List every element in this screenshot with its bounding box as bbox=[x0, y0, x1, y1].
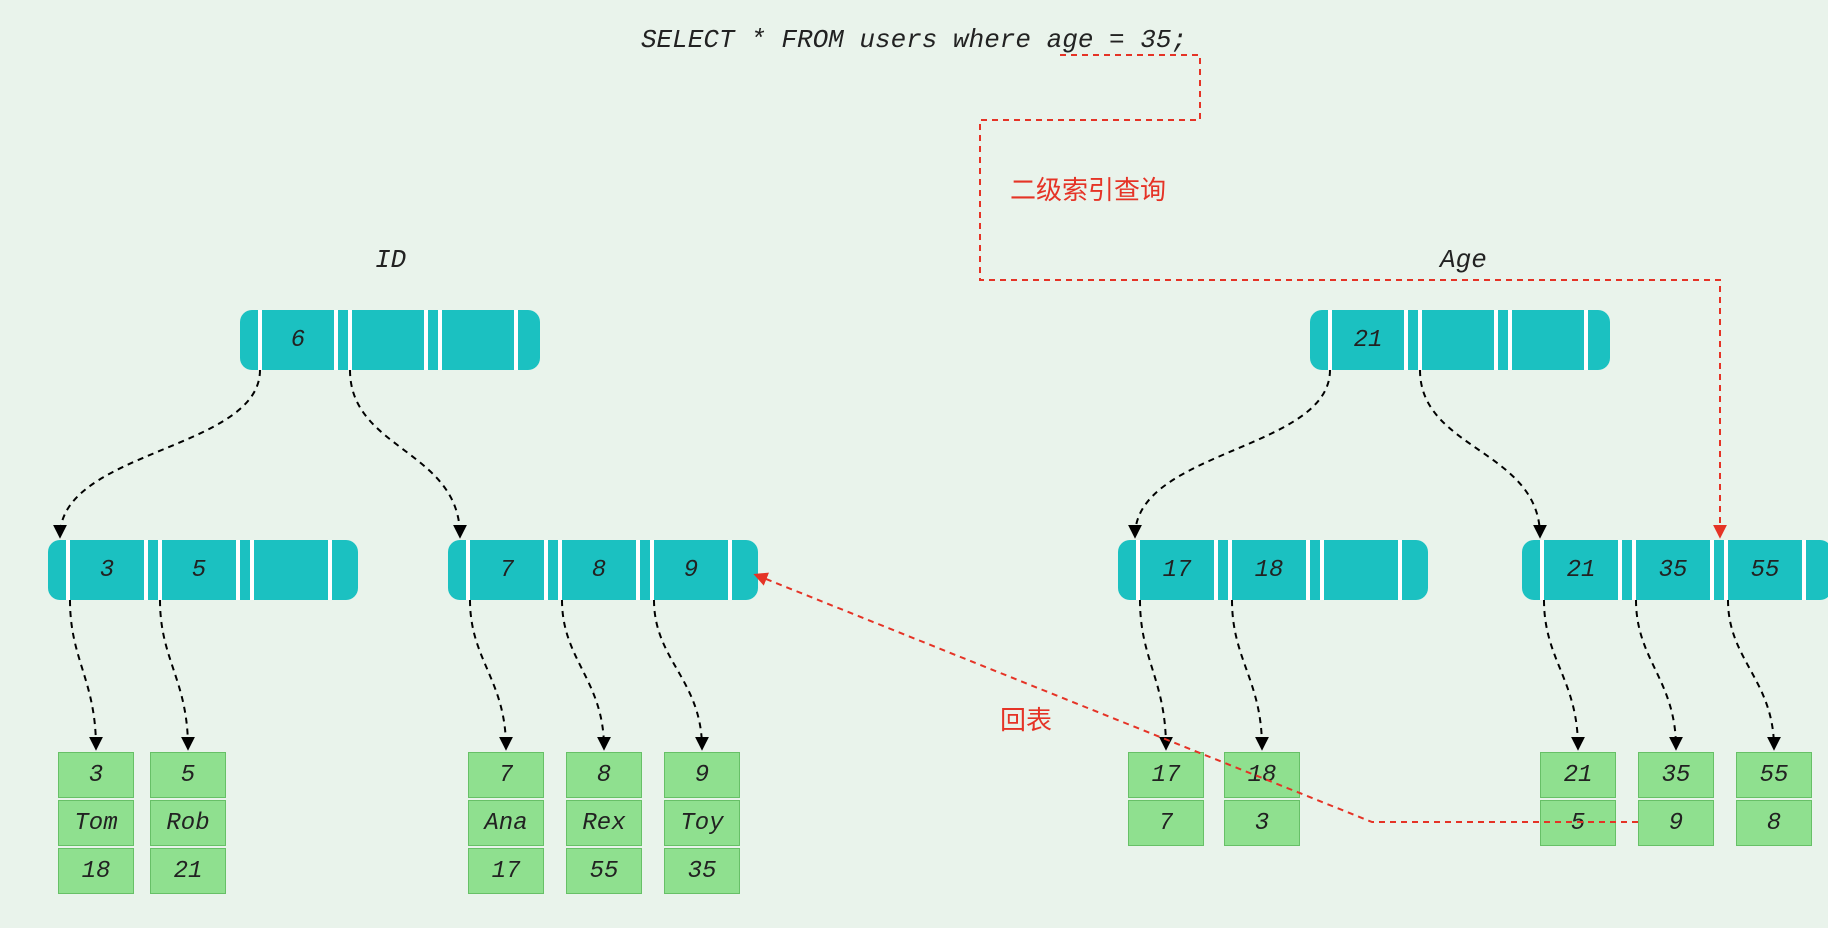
id-mid-left-node: 3 5 bbox=[48, 540, 358, 600]
id-leaf-2-0: 7 bbox=[468, 752, 544, 798]
id-mid-right-cell-2: 9 bbox=[654, 540, 728, 600]
age-leaf-0-1: 7 bbox=[1128, 800, 1204, 846]
age-leaf-3-0: 35 bbox=[1638, 752, 1714, 798]
id-leaf-0-1: Tom bbox=[58, 800, 134, 846]
id-leaf-3-1: Rex bbox=[566, 800, 642, 846]
age-mid-left-node: 17 18 bbox=[1118, 540, 1428, 600]
age-mid-left-cell-2 bbox=[1324, 540, 1398, 600]
id-root-node: 6 bbox=[240, 310, 540, 370]
id-leaf-2-1: Ana bbox=[468, 800, 544, 846]
id-mid-left-cell-1: 5 bbox=[162, 540, 236, 600]
id-root-cell-2 bbox=[442, 310, 514, 370]
age-leaf-0-0: 17 bbox=[1128, 752, 1204, 798]
left-tree-title: ID bbox=[375, 245, 406, 275]
age-leaf-3-1: 9 bbox=[1638, 800, 1714, 846]
age-root-cell-1 bbox=[1422, 310, 1494, 370]
id-leaf-3-2: 55 bbox=[566, 848, 642, 894]
id-leaf-4-1: Toy bbox=[664, 800, 740, 846]
id-leaf-1-2: 21 bbox=[150, 848, 226, 894]
age-leaf-1-1: 3 bbox=[1224, 800, 1300, 846]
id-leaf-1-0: 5 bbox=[150, 752, 226, 798]
age-leaf-2-1: 5 bbox=[1540, 800, 1616, 846]
id-root-cell-0: 6 bbox=[262, 310, 334, 370]
age-root-cell-0: 21 bbox=[1332, 310, 1404, 370]
id-mid-left-cell-2 bbox=[254, 540, 328, 600]
annotation-back-to-table: 回表 bbox=[1000, 700, 1052, 737]
age-mid-left-cell-1: 18 bbox=[1232, 540, 1306, 600]
id-leaf-1-1: Rob bbox=[150, 800, 226, 846]
age-leaf-1-0: 18 bbox=[1224, 752, 1300, 798]
id-mid-left-cell-0: 3 bbox=[70, 540, 144, 600]
sql-query: SELECT * FROM users where age = 35; bbox=[0, 25, 1828, 55]
id-mid-right-node: 7 8 9 bbox=[448, 540, 758, 600]
age-leaf-4-1: 8 bbox=[1736, 800, 1812, 846]
id-mid-right-cell-1: 8 bbox=[562, 540, 636, 600]
id-leaf-2-2: 17 bbox=[468, 848, 544, 894]
right-tree-title: Age bbox=[1440, 245, 1487, 275]
id-leaf-4-2: 35 bbox=[664, 848, 740, 894]
age-leaf-4-0: 55 bbox=[1736, 752, 1812, 798]
id-leaf-0-2: 18 bbox=[58, 848, 134, 894]
id-root-cell-1 bbox=[352, 310, 424, 370]
id-leaf-3-0: 8 bbox=[566, 752, 642, 798]
age-leaf-2-0: 21 bbox=[1540, 752, 1616, 798]
age-mid-right-cell-0: 21 bbox=[1544, 540, 1618, 600]
age-mid-right-cell-1: 35 bbox=[1636, 540, 1710, 600]
annotation-secondary-index: 二级索引查询 bbox=[1010, 170, 1166, 207]
id-leaf-4-0: 9 bbox=[664, 752, 740, 798]
id-leaf-0-0: 3 bbox=[58, 752, 134, 798]
id-mid-right-cell-0: 7 bbox=[470, 540, 544, 600]
age-root-cell-2 bbox=[1512, 310, 1584, 370]
age-mid-right-cell-2: 55 bbox=[1728, 540, 1802, 600]
age-mid-left-cell-0: 17 bbox=[1140, 540, 1214, 600]
age-root-node: 21 bbox=[1310, 310, 1610, 370]
age-mid-right-node: 21 35 55 bbox=[1522, 540, 1828, 600]
